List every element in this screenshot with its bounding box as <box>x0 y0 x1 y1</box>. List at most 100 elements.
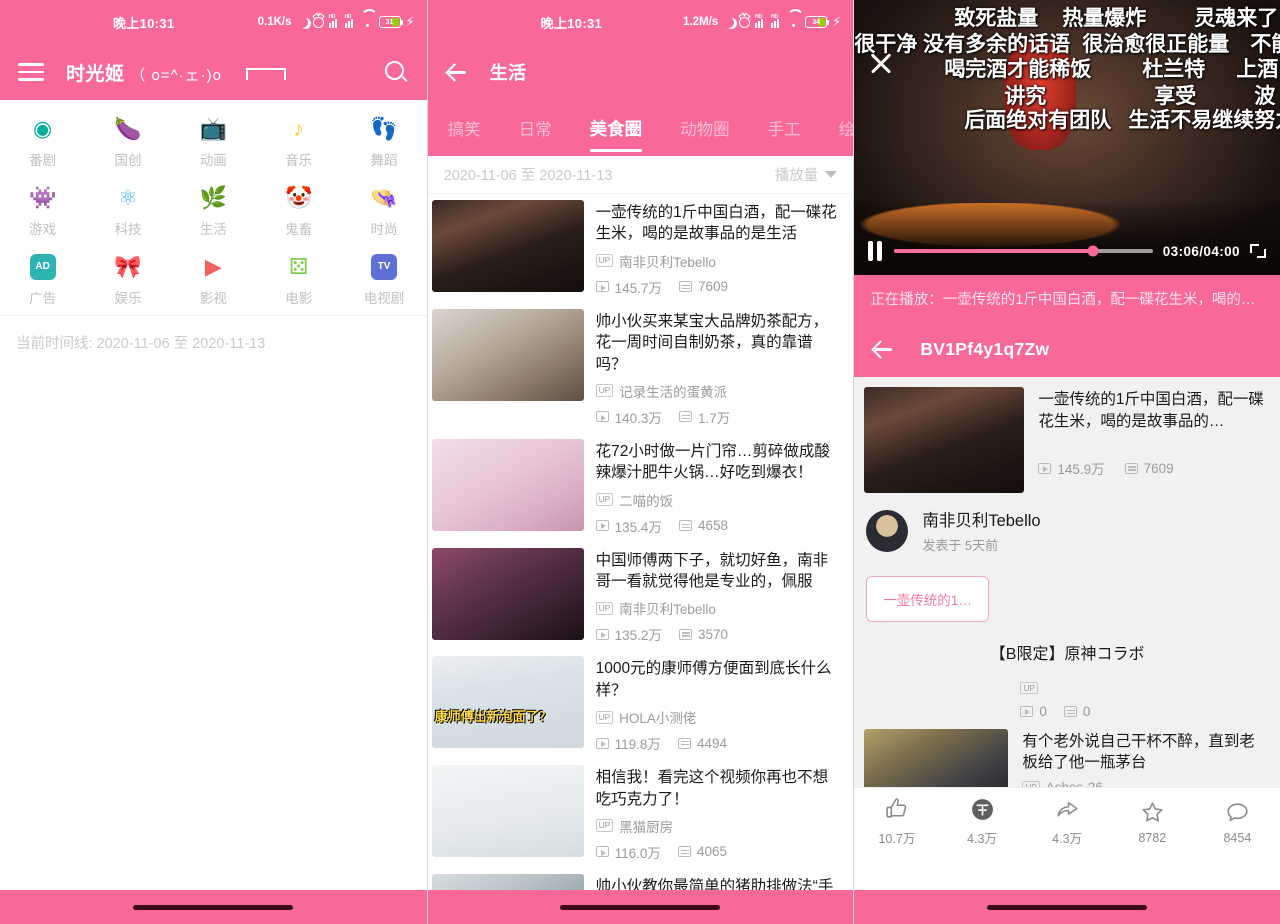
hamburger-icon[interactable] <box>18 63 44 81</box>
pause-icon[interactable] <box>868 241 884 261</box>
video-uploader: UP 南非贝利Tebello <box>595 251 844 271</box>
danmaku-count: 7609 <box>678 279 728 294</box>
category-label: 游戏 <box>29 222 57 237</box>
video-list-item[interactable]: 康师傅出新泡面了？ 1000元的康师傅方便面到底长什么样？ UP HOLA小测佬 119… <box>428 650 854 759</box>
search-icon[interactable] <box>384 61 407 83</box>
network-speed: 1.2M/s <box>683 16 719 28</box>
video-list-item[interactable]: 花72小时做一片门帘…剪碎做成酸辣爆汁肥牛火锅…好吃到爆衣！ UP 二喵的饭 135.… <box>428 433 854 542</box>
up-badge: UP <box>595 819 614 833</box>
video-owner[interactable]: 南非贝利Tebello 发表于 5天前 <box>854 493 1280 554</box>
生活-icon: 🌿 <box>199 185 228 210</box>
category-grid: ◉ 番剧 🍆 国创 📺 动画 ♪ 音乐 👣 舞蹈 👾 游戏 ⚛ 科技 🌿 生活 🤡 鬼畜 👒 时尚 AD 广告 🎀 娱乐 ▶ 影视… <box>0 100 427 315</box>
like-button[interactable]: 10.7万 <box>854 797 939 847</box>
category-item-国创[interactable]: 🍆 国创 <box>85 114 170 169</box>
up-badge: UP <box>1020 682 1038 694</box>
related-section-stats: 0 0 <box>1020 704 1280 719</box>
timeline-row: 当前时间线: 2020-11-06 至 2020-11-13 <box>0 315 427 369</box>
category-item-鬼畜[interactable]: 🤡 鬼畜 <box>256 183 341 238</box>
tab-美食圈[interactable]: 美食圈 <box>589 100 642 156</box>
now-playing-bar: 正在播放：一壶传统的1斤中国白酒，配一碟花生米，喝的… <box>854 275 1280 321</box>
科技-icon: ⚛ <box>118 185 138 210</box>
thumbs-up-icon <box>886 798 907 818</box>
category-item-游戏[interactable]: 👾 游戏 <box>0 183 85 238</box>
tab-日常[interactable]: 日常 <box>519 100 552 156</box>
时尚-icon: 👒 <box>370 185 398 210</box>
category-item-时尚[interactable]: 👒 时尚 <box>341 183 426 238</box>
video-thumbnail <box>431 200 584 292</box>
video-stats: 135.4万 4658 <box>595 516 844 536</box>
video-list-item[interactable]: 相信我！看完这个视频你再也不想吃巧克力了！ UP 黑猫厨房 116.0万 4065 <box>428 759 854 868</box>
tab-动物圈[interactable]: 动物圈 <box>680 100 730 156</box>
play-icon <box>595 846 609 858</box>
danmaku-icon <box>678 520 692 532</box>
category-label: 娱乐 <box>114 291 142 306</box>
share-button[interactable]: 4.3万 <box>1025 797 1110 847</box>
signal-icon-2: HD <box>771 14 782 28</box>
video-list-item[interactable]: 帅小伙买来某宝大品牌奶茶配方，花一周时间自制奶茶，真的靠谱吗？ UP 记录生活的蛋黄… <box>428 303 854 433</box>
bv-header: BV1Pf4y1q7Zw <box>854 321 1280 377</box>
home-indicator[interactable] <box>133 904 294 910</box>
category-item-动画[interactable]: 📺 动画 <box>171 114 256 169</box>
middle-app-bar: 生活 <box>427 44 854 100</box>
tab-搞笑[interactable]: 搞笑 <box>448 100 481 156</box>
view-count: 0 <box>1020 704 1047 719</box>
back-arrow-icon[interactable] <box>872 338 894 360</box>
fullscreen-icon[interactable] <box>1249 244 1266 258</box>
电视剧-icon: TV <box>369 252 399 282</box>
chevron-down-icon <box>825 171 838 178</box>
video-list: 一壶传统的1斤中国白酒，配一碟花生米，喝的是故事品的是生活 UP 南非贝利Tebel… <box>427 194 854 890</box>
middle-panel: 晚上10:31 1.2M/s HD HD 34 ⚡ 生活 搞笑 日常 美食圈 动物圈手… <box>426 0 854 924</box>
video-player[interactable]: 致死盐量热量爆炸灵魂来了很干净 没有多余的话语很治愈很正能量不能喝完酒才能稀饭杜… <box>854 0 1280 275</box>
video-list-item[interactable]: 中国师傅两下子，就切好鱼，南非哥一看就觉得他是专业的，佩服 UP 南非贝利Tebel… <box>428 542 854 651</box>
progress-bar[interactable] <box>894 245 1153 257</box>
comment-button[interactable]: 8454 <box>1195 800 1280 845</box>
category-item-番剧[interactable]: ◉ 番剧 <box>0 114 85 169</box>
category-label: 电视剧 <box>363 291 405 306</box>
category-item-生活[interactable]: 🌿 生活 <box>171 183 256 238</box>
video-detail-card[interactable]: 一壶传统的1斤中国白酒，配一碟花生米，喝的是故事品的… 145.9万 7609 <box>854 377 1280 493</box>
category-item-音乐[interactable]: ♪ 音乐 <box>256 114 341 169</box>
signal-icon: HD <box>755 14 766 28</box>
app-name: 时光姬 <box>66 63 125 85</box>
video-title: 一壶传统的1斤中国白酒，配一碟花生米，喝的是故事品的… <box>1038 391 1264 430</box>
video-thumbnail <box>431 547 584 640</box>
bv-id-label: BV1Pf4y1q7Zw <box>920 338 1050 359</box>
category-item-广告[interactable]: AD 广告 <box>0 252 85 307</box>
related-section: 【B限定】原神コラボ UP 0 0 <box>854 622 1280 719</box>
video-page-chip[interactable]: 一壶传统的1… <box>866 576 989 622</box>
category-item-影视[interactable]: ▶ 影视 <box>171 252 256 307</box>
coin-button[interactable]: 4.3万 <box>939 797 1024 847</box>
home-indicator[interactable] <box>987 904 1148 910</box>
back-arrow-icon[interactable] <box>446 61 468 83</box>
category-item-舞蹈[interactable]: 👣 舞蹈 <box>341 114 426 169</box>
tab-手工[interactable]: 手工 <box>768 100 801 156</box>
close-icon[interactable] <box>868 50 894 76</box>
danmaku-icon <box>678 411 692 423</box>
video-meta: 一壶传统的1斤中国白酒，配一碟花生米，喝的是故事品的是生活 UP 南非贝利Tebel… <box>595 200 844 297</box>
sort-dropdown[interactable]: 播放量 <box>775 164 838 185</box>
category-label: 科技 <box>114 222 142 237</box>
video-list-item[interactable]: 一壶传统的1斤中国白酒，配一碟花生米，喝的是故事品的是生活 UP 南非贝利Tebel… <box>428 194 854 303</box>
system-nav-bar-right <box>854 890 1280 924</box>
category-item-电视剧[interactable]: TV 电视剧 <box>341 252 426 307</box>
category-item-电影[interactable]: ⚄ 电影 <box>256 252 341 307</box>
coin-count: 4.3万 <box>967 832 997 846</box>
star-icon <box>1142 801 1163 822</box>
charging-bolt-icon: ⚡ <box>832 14 842 29</box>
广告-icon: AD <box>28 252 58 282</box>
category-label: 国创 <box>114 153 142 168</box>
tab-绘[interactable]: 绘 <box>839 100 854 156</box>
favorite-button[interactable]: 8782 <box>1110 800 1195 845</box>
category-item-科技[interactable]: ⚛ 科技 <box>85 183 170 238</box>
home-indicator[interactable] <box>560 904 721 910</box>
娱乐-icon: 🎀 <box>114 254 142 279</box>
status-time: 晚上10:31 <box>113 15 175 31</box>
video-uploader: UP HOLA小测佬 <box>595 707 844 727</box>
play-icon <box>595 520 609 532</box>
电影-icon: ⚄ <box>289 254 309 279</box>
video-title: 帅小伙教你最简单的猪肋排做法“手抓排骨”一口嫩到脱骨！ <box>595 877 834 890</box>
category-item-娱乐[interactable]: 🎀 娱乐 <box>85 252 170 307</box>
video-stats: 119.8万 4494 <box>595 733 844 753</box>
category-label: 音乐 <box>285 153 313 168</box>
video-list-item[interactable]: 帅小伙教你最简单的猪肋排做法“手抓排骨”一口嫩到脱骨！UP记录生活的蛋黄派90.… <box>428 868 854 890</box>
